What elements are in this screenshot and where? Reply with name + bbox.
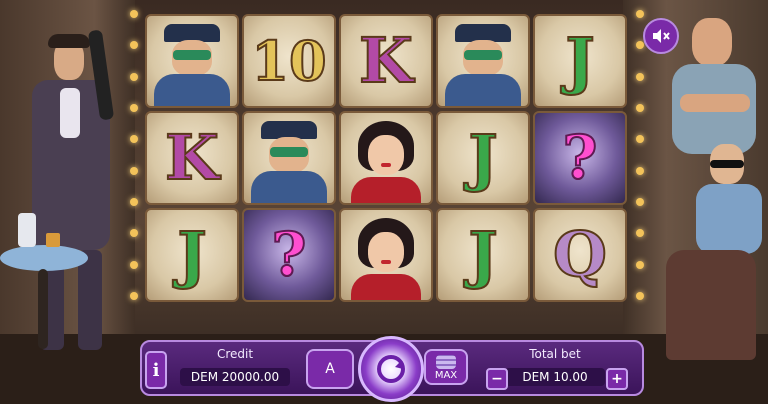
reel-cell: K	[145, 111, 239, 205]
max-label: MAX	[434, 370, 458, 381]
reel-cell: J	[436, 208, 530, 302]
max-bet-button[interactable]: MAX	[424, 349, 468, 385]
cop-glasses	[464, 50, 502, 60]
lady-face	[368, 232, 404, 272]
total-bet-label: Total bet	[529, 347, 581, 361]
side-table	[0, 213, 90, 355]
credit-display: Credit DEM 20000.00	[180, 347, 290, 386]
lady-body	[351, 177, 421, 203]
cop-body	[251, 171, 327, 203]
lady-lips	[381, 163, 391, 167]
symbol-letter: J	[467, 218, 498, 291]
lady-face	[368, 135, 404, 175]
credit-label: Credit	[216, 347, 254, 361]
cop-body	[154, 74, 230, 106]
old-boss-character	[660, 140, 768, 370]
spin-arrow-icon	[377, 355, 405, 383]
symbol-letter: ?	[561, 123, 598, 193]
reel-cell: J	[533, 14, 627, 108]
symbol-letter: Q	[552, 218, 608, 291]
symbol-letter: J	[564, 24, 595, 97]
increase-bet-button[interactable]: +	[606, 368, 628, 390]
reel-cell: ?	[533, 111, 627, 205]
reel-cell: K	[339, 14, 433, 108]
speaker-muted-icon[interactable]	[643, 18, 679, 54]
total-bet-display: Total bet DEM 10.00	[505, 347, 605, 386]
symbol-letter: J	[467, 121, 498, 194]
policeman-symbol	[436, 14, 530, 108]
lady-symbol	[339, 111, 433, 205]
policeman-symbol	[145, 14, 239, 108]
symbol-letter: J	[176, 218, 207, 291]
policeman-symbol	[242, 111, 336, 205]
reel-cell: Q	[533, 208, 627, 302]
autoplay-label: A	[325, 361, 335, 377]
cop-glasses	[173, 50, 211, 60]
reel-cell: 10	[242, 14, 336, 108]
symbol-letter: 10	[250, 29, 327, 93]
reel-cell: J	[436, 111, 530, 205]
reel-cell: ?	[242, 208, 336, 302]
cop-body	[445, 74, 521, 106]
autoplay-button[interactable]: A	[306, 349, 354, 389]
cop-glasses	[270, 147, 308, 157]
info-button[interactable]: i	[145, 351, 167, 389]
total-bet-value: DEM 10.00	[505, 368, 605, 386]
lady-body	[351, 274, 421, 300]
marquee-bulbs-right	[636, 10, 644, 300]
minus-icon: −	[491, 371, 503, 387]
decrease-bet-button[interactable]: −	[486, 368, 508, 390]
symbol-letter: K	[164, 121, 220, 194]
marquee-bulbs-left	[130, 10, 138, 300]
credit-value: DEM 20000.00	[180, 368, 290, 386]
slot-reel-grid: 10 K J K J? J? J Q	[145, 14, 635, 306]
plus-icon: +	[611, 371, 623, 387]
reel-cell: J	[145, 208, 239, 302]
symbol-letter: ?	[270, 220, 307, 290]
coins-icon	[436, 355, 456, 369]
lady-symbol	[339, 208, 433, 302]
spin-button[interactable]	[358, 336, 424, 402]
info-label: i	[152, 359, 160, 381]
symbol-letter: K	[358, 24, 414, 97]
lady-lips	[381, 260, 391, 264]
